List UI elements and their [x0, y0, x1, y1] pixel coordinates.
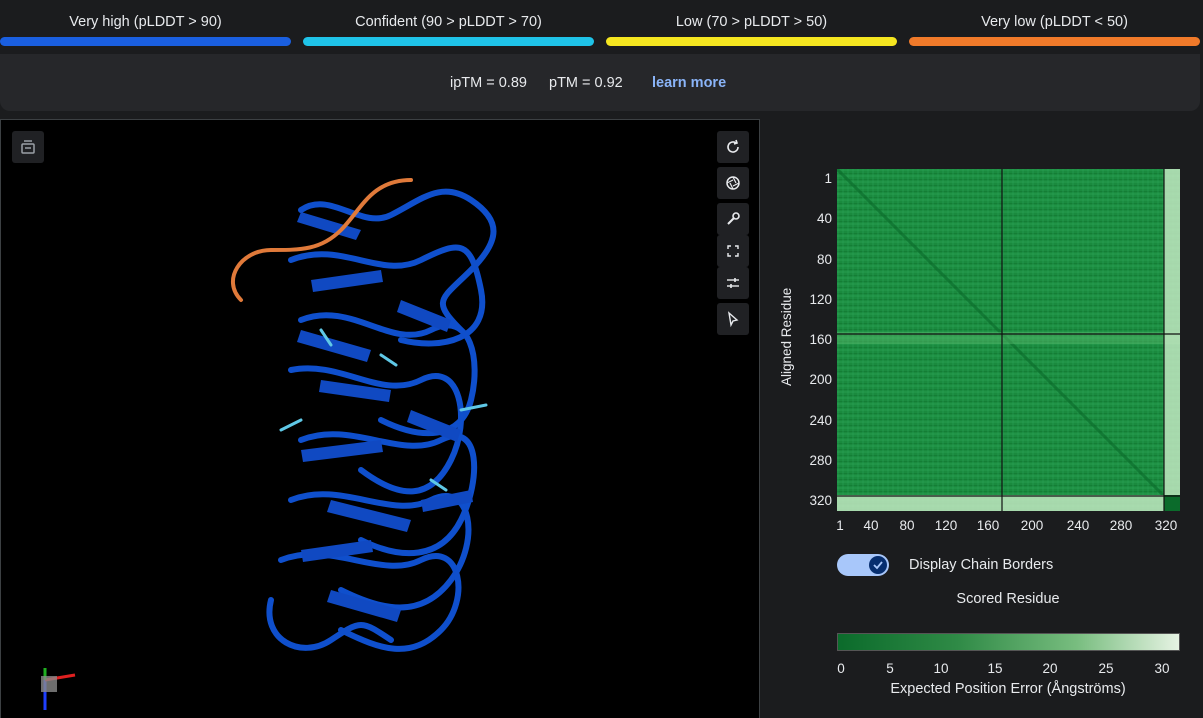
y-tick: 200	[809, 372, 832, 387]
x-tick: 120	[934, 518, 958, 533]
y-tick: 80	[816, 252, 832, 267]
toggle-knob	[869, 556, 887, 574]
iptm-value: ipTM = 0.89	[450, 75, 527, 91]
scale-title: Expected Position Error (Ångströms)	[890, 681, 1126, 697]
scale-tick: 30	[1154, 661, 1170, 676]
x-tick: 240	[1066, 518, 1090, 533]
legend-confident: Confident (90 > pLDDT > 70)	[303, 0, 594, 50]
legend-color-bar	[303, 37, 594, 46]
x-tick: 200	[1020, 518, 1044, 533]
structure-viewer[interactable]	[0, 119, 760, 718]
legend-color-bar	[606, 37, 897, 46]
ptm-value: pTM = 0.92	[549, 75, 623, 91]
y-tick: 120	[809, 292, 832, 307]
learn-more-link[interactable]: learn more	[652, 75, 726, 91]
x-tick: 1	[836, 518, 844, 533]
scale-tick: 25	[1098, 661, 1114, 676]
y-tick: 280	[809, 453, 832, 468]
y-tick: 240	[809, 413, 832, 428]
legend-low: Low (70 > pLDDT > 50)	[606, 0, 897, 50]
check-icon	[873, 561, 883, 570]
scale-tick: 0	[837, 661, 845, 676]
x-tick: 320	[1154, 518, 1178, 533]
legend-label: Low (70 > pLDDT > 50)	[675, 14, 828, 30]
pae-heatmap[interactable]	[837, 169, 1180, 511]
y-tick: 1	[824, 171, 832, 186]
y-tick: 320	[809, 493, 832, 508]
plddt-legend: Very high (pLDDT > 90) Confident (90 > p…	[0, 0, 1203, 50]
x-tick: 40	[863, 518, 879, 533]
pae-color-scale	[837, 633, 1180, 651]
scale-tick: 10	[933, 661, 949, 676]
x-tick: 160	[976, 518, 1000, 533]
protein-structure-render	[41, 178, 497, 710]
confidence-metrics-panel: ipTM = 0.89 pTM = 0.92 learn more	[0, 54, 1200, 111]
x-tick: 80	[899, 518, 915, 533]
scale-tick: 5	[886, 661, 894, 676]
legend-color-bar	[0, 37, 291, 46]
legend-label: Confident (90 > pLDDT > 70)	[355, 14, 542, 30]
legend-very-low: Very low (pLDDT < 50)	[909, 0, 1200, 50]
chain-borders-toggle[interactable]	[837, 554, 889, 576]
x-tick: 280	[1109, 518, 1133, 533]
y-tick: 40	[816, 211, 832, 226]
legend-very-high: Very high (pLDDT > 90)	[0, 0, 291, 50]
legend-label: Very low (pLDDT < 50)	[981, 14, 1128, 30]
scale-tick: 15	[987, 661, 1003, 676]
scale-tick: 20	[1042, 661, 1058, 676]
chain-borders-label: Display Chain Borders	[909, 557, 1054, 573]
y-tick: 160	[809, 332, 832, 347]
y-axis-title: Aligned Residue	[779, 287, 794, 386]
orientation-axes	[41, 668, 76, 710]
x-axis-title: Scored Residue	[956, 591, 1060, 607]
legend-label: Very high (pLDDT > 90)	[69, 14, 222, 30]
legend-color-bar	[909, 37, 1200, 46]
